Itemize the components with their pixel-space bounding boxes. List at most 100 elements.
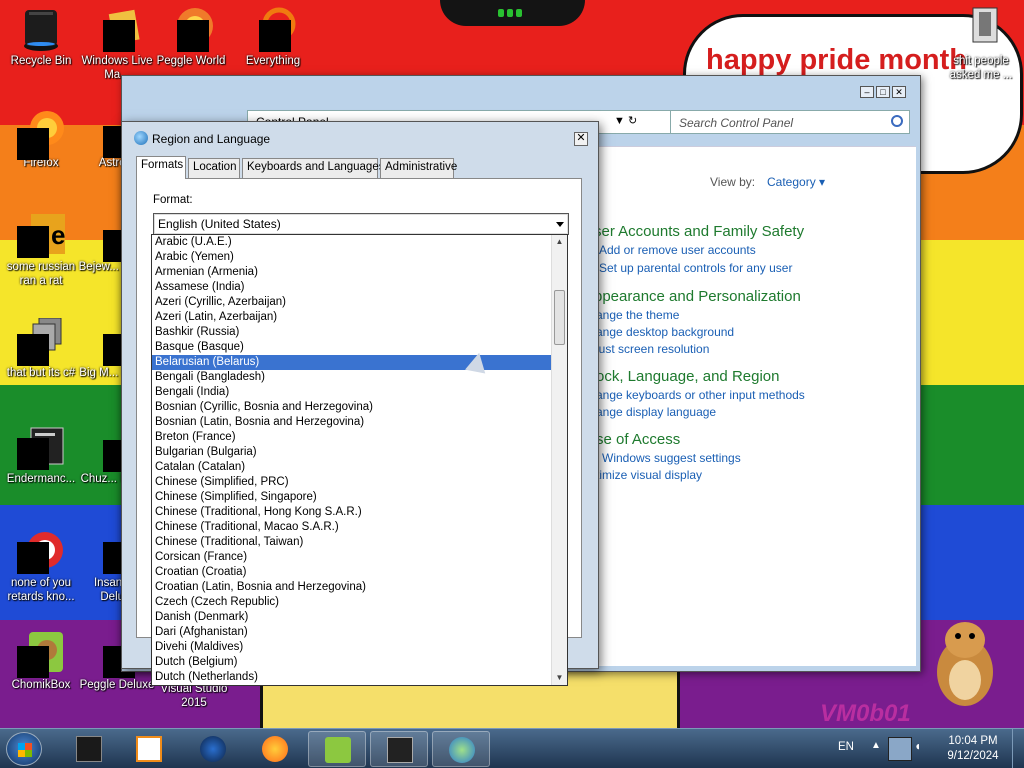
format-option[interactable]: Chinese (Traditional, Hong Kong S.A.R.)	[152, 505, 551, 520]
desktop-icon-label: Peggle World	[156, 55, 226, 67]
desktop-icon-chomikbox[interactable]: ChomikBox	[0, 630, 82, 692]
dropdown-arrow-icon	[556, 222, 564, 227]
link-change-keyboards[interactable]: ange keyboards or other input methods	[596, 388, 805, 402]
format-option[interactable]: Bosnian (Cyrillic, Bosnia and Herzegovin…	[152, 400, 551, 415]
desktop-icon-peggle-world[interactable]: Peggle World	[150, 6, 232, 68]
desktop-icon-label: ChomikBox	[11, 679, 71, 691]
format-option[interactable]: Chinese (Traditional, Macao S.A.R.)	[152, 520, 551, 535]
desktop-icon-recycle-bin[interactable]: Recycle Bin	[0, 6, 82, 68]
format-option[interactable]: Azeri (Latin, Azerbaijan)	[152, 310, 551, 325]
format-option[interactable]: Arabic (Yemen)	[152, 250, 551, 265]
desktop-icon-firefox[interactable]: Firefox	[0, 108, 82, 170]
format-option[interactable]: Bashkir (Russia)	[152, 325, 551, 340]
tab-formats[interactable]: Formats	[136, 156, 186, 179]
category-appearance[interactable]: ppearance and Personalization	[594, 288, 801, 305]
start-button[interactable]	[6, 732, 42, 766]
refresh-icon[interactable]: ↻	[628, 115, 637, 127]
tab-location[interactable]: Location	[188, 158, 240, 178]
format-option[interactable]: Divehi (Maldives)	[152, 640, 551, 655]
taskbar-app-screen[interactable]	[370, 731, 428, 767]
network-icon[interactable]	[888, 737, 912, 761]
format-option[interactable]: Bengali (India)	[152, 385, 551, 400]
category-user-accounts[interactable]: ser Accounts and Family Safety	[594, 223, 804, 240]
format-option[interactable]: Assamese (India)	[152, 280, 551, 295]
chomikbox-icon	[17, 630, 65, 678]
system-clock[interactable]: 10:04 PM 9/12/2024	[942, 734, 1004, 764]
address-nav[interactable]: ▼ ↻	[614, 114, 637, 127]
view-by-label: View by:	[710, 175, 756, 189]
search-box[interactable]: Search Control Panel	[670, 110, 910, 134]
format-option[interactable]: Dari (Afghanistan)	[152, 625, 551, 640]
format-option[interactable]: Breton (France)	[152, 430, 551, 445]
scroll-down-arrow-icon[interactable]: ▼	[552, 671, 567, 685]
show-hidden-icons-icon[interactable]: ▲	[871, 740, 881, 751]
close-button[interactable]: ✕	[892, 86, 906, 98]
link-parental-controls[interactable]: Set up parental controls for any user	[599, 261, 792, 275]
taskbar-app-chomikbox[interactable]	[308, 731, 366, 767]
format-option[interactable]: Dutch (Belgium)	[152, 655, 551, 670]
view-by-dropdown[interactable]: Category ▾	[767, 175, 825, 189]
link-windows-suggest[interactable]: Windows suggest settings	[602, 451, 741, 465]
format-select[interactable]: English (United States)	[153, 213, 569, 235]
format-option[interactable]: Dutch (Netherlands)	[152, 670, 551, 685]
taskbar-app-control-panel[interactable]	[432, 731, 490, 767]
dropdown-arrow-icon[interactable]: ▼	[614, 115, 625, 127]
tab-administrative[interactable]: Administrative	[380, 158, 457, 178]
link-desktop-background[interactable]: ange desktop background	[596, 325, 734, 339]
minimize-button[interactable]: –	[860, 86, 874, 98]
scroll-thumb[interactable]	[554, 290, 565, 345]
format-dropdown-list[interactable]: Arabic (U.A.E.) Arabic (Yemen) Armenian (A…	[151, 234, 568, 686]
svg-text:e: e	[51, 220, 65, 250]
globe-icon	[134, 131, 148, 145]
clock-date: 9/12/2024	[947, 750, 999, 762]
format-option[interactable]: Bosnian (Latin, Bosnia and Herzegovina)	[152, 415, 551, 430]
desktop-icon-label: Peggle Deluxe	[79, 679, 155, 691]
taskbar-app-firefox[interactable]	[246, 731, 304, 767]
desktop-icon-file[interactable]: shit people asked me ...	[940, 6, 1022, 82]
desktop-icon-red-circle[interactable]: none of you retards kno...	[0, 528, 82, 604]
format-value: English (United States)	[158, 217, 281, 231]
format-option[interactable]: Chinese (Simplified, PRC)	[152, 475, 551, 490]
category-clock-language-region[interactable]: ock, Language, and Region	[596, 368, 779, 385]
volume-icon[interactable]: ◖	[914, 739, 930, 759]
taskbar-app-media-player[interactable]	[120, 731, 178, 767]
scroll-up-arrow-icon[interactable]: ▲	[552, 235, 567, 249]
format-option[interactable]: Czech (Czech Republic)	[152, 595, 551, 610]
format-option[interactable]: Croatian (Croatia)	[152, 565, 551, 580]
search-icon[interactable]	[891, 115, 903, 127]
dropdown-scrollbar[interactable]: ▲ ▼	[551, 235, 567, 685]
link-display-language[interactable]: ange display language	[596, 405, 716, 419]
taskbar-app-globe[interactable]	[184, 731, 242, 767]
link-change-theme[interactable]: ange the theme	[596, 308, 679, 322]
format-option[interactable]: Catalan (Catalan)	[152, 460, 551, 475]
link-add-remove-accounts[interactable]: Add or remove user accounts	[599, 243, 756, 257]
category-ease-of-access[interactable]: se of Access	[596, 431, 680, 448]
maximize-button[interactable]: □	[876, 86, 890, 98]
language-indicator[interactable]: EN	[838, 741, 854, 753]
format-option[interactable]: Croatian (Latin, Bosnia and Herzegovina)	[152, 580, 551, 595]
format-option[interactable]: Basque (Basque)	[152, 340, 551, 355]
format-option[interactable]: Azeri (Cyrillic, Azerbaijan)	[152, 295, 551, 310]
desktop-icon-console[interactable]: Endermanc...	[0, 424, 82, 486]
format-option[interactable]: Danish (Denmark)	[152, 610, 551, 625]
desktop-icon-everything[interactable]: Everything	[232, 6, 314, 68]
desktop-icon-stacked-windows[interactable]: that but its c#	[0, 317, 82, 380]
tab-keyboards-languages[interactable]: Keyboards and Languages	[242, 158, 384, 178]
desktop-icon-java[interactable]: e some russian ran a rat	[0, 212, 82, 288]
format-option[interactable]: Corsican (France)	[152, 550, 551, 565]
desktop-icon-windows-live[interactable]: Windows Live Ma...	[76, 6, 158, 82]
taskbar-app-cmd[interactable]	[60, 731, 118, 767]
media-player-icon	[136, 736, 162, 762]
dialog-close-button[interactable]: ✕	[574, 132, 588, 146]
link-screen-resolution[interactable]: just screen resolution	[596, 342, 709, 356]
show-desktop-button[interactable]	[1012, 729, 1024, 768]
format-option[interactable]: Armenian (Armenia)	[152, 265, 551, 280]
desktop-icon-label: that but its c#	[6, 367, 76, 379]
format-option[interactable]: Chinese (Simplified, Singapore)	[152, 490, 551, 505]
format-option[interactable]: Arabic (U.A.E.)	[152, 235, 551, 250]
format-option[interactable]: Bulgarian (Bulgaria)	[152, 445, 551, 460]
format-option[interactable]: Bengali (Bangladesh)	[152, 370, 551, 385]
link-optimize-display[interactable]: timize visual display	[596, 468, 702, 482]
format-option[interactable]: Chinese (Traditional, Taiwan)	[152, 535, 551, 550]
desktop-icon-label: Everything	[245, 55, 301, 67]
